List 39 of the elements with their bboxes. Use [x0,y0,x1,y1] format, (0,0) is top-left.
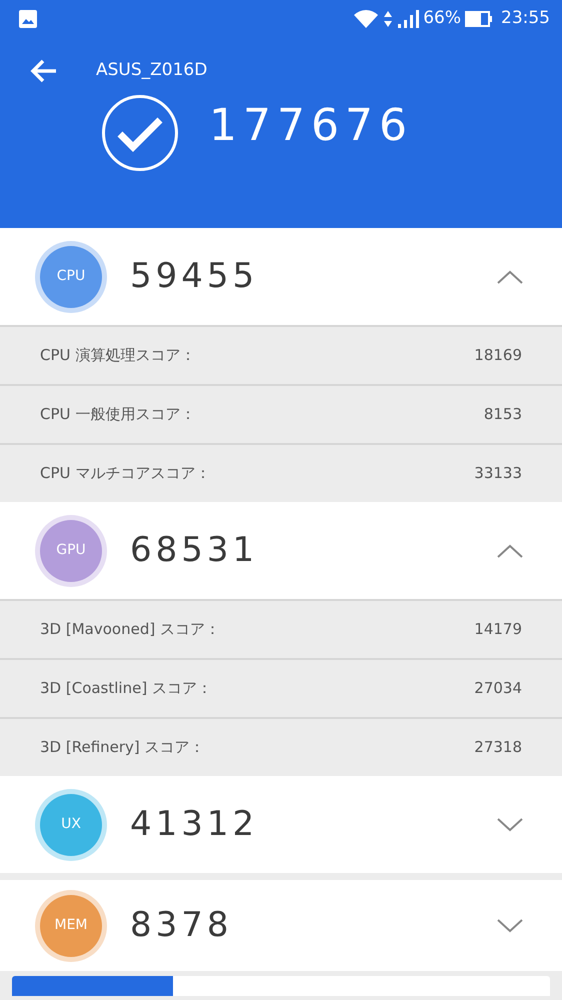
score-label: 3D [Coastline] スコア： [40,678,212,700]
section-header[interactable]: CPU 59455 [0,228,562,325]
image-icon [18,9,38,29]
data-arrows-icon [383,9,394,29]
category-badge: UX [40,794,102,856]
total-score: 177676 [209,98,413,152]
category-score: 59455 [130,255,258,298]
category-score: 8378 [130,904,233,947]
section-header[interactable]: UX 41312 [0,776,562,873]
score-label: 3D [Mavooned] スコア： [40,619,220,640]
score-label: CPU 演算処理スコア： [40,345,196,366]
battery-icon [465,11,493,27]
chevron-down-icon[interactable] [496,816,524,832]
score-value: 27034 [474,678,522,700]
score-value: 33133 [474,463,522,484]
signal-icon [397,10,420,28]
category-badge: MEM [40,894,102,956]
category-score: 41312 [130,803,258,846]
category-badge: CPU [40,246,102,308]
section-header[interactable]: GPU 68531 [0,502,562,599]
chevron-down-icon[interactable] [496,918,524,934]
category-score: 68531 [130,529,258,572]
wifi-icon [353,9,380,29]
score-value: 18169 [474,345,522,366]
score-label: CPU マルチコアスコア： [40,463,210,484]
category-badge: GPU [40,520,102,582]
score-value: 14179 [474,619,522,640]
battery-percentage: 66% [423,7,461,30]
score-value: 8153 [484,404,522,426]
clock: 23:55 [501,7,550,30]
page-title: ASUS_Z016D [96,59,208,82]
score-label: 3D [Refinery] スコア： [40,737,205,758]
section-header[interactable]: MEM 8378 [0,880,562,971]
chevron-up-icon[interactable] [496,268,524,284]
check-circle-icon [101,94,179,172]
back-arrow-icon[interactable] [30,58,58,83]
score-value: 27318 [474,737,522,758]
chevron-up-icon[interactable] [496,542,524,558]
score-label: CPU 一般使用スコア： [40,404,196,426]
